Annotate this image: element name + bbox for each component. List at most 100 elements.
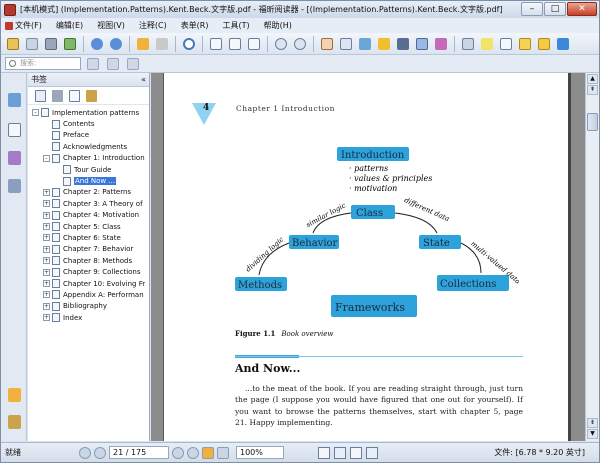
bookmark-item[interactable]: + Bibliography xyxy=(28,301,149,312)
bookmark-item[interactable]: + Chapter 3: A Theory of xyxy=(28,198,149,209)
bookmark-options-icon[interactable] xyxy=(35,89,46,102)
open-button[interactable] xyxy=(5,36,21,52)
bookmark-item[interactable]: + Appendix A: Performan xyxy=(28,289,149,300)
next-page-icon[interactable] xyxy=(172,446,184,459)
expand-icon[interactable]: + xyxy=(43,268,50,276)
last-page-icon[interactable] xyxy=(187,446,199,459)
facing-icon[interactable] xyxy=(350,446,362,459)
bookmarks-tab-icon[interactable] xyxy=(8,93,21,107)
collapse-panel-button[interactable]: « xyxy=(141,73,146,86)
expand-icon[interactable]: + xyxy=(43,291,50,299)
expand-icon[interactable]: + xyxy=(43,245,50,253)
attachments-tab-icon[interactable] xyxy=(8,415,21,429)
search-input[interactable]: 搜索: xyxy=(5,57,81,70)
menu-file[interactable]: 文件(F) xyxy=(5,20,42,31)
highlight-button[interactable] xyxy=(479,36,495,52)
zoom-out-button[interactable] xyxy=(273,36,289,52)
prev-page-icon[interactable] xyxy=(94,446,106,459)
save-button[interactable] xyxy=(24,36,40,52)
bookmark-item[interactable]: + Chapter 10: Evolving Fr xyxy=(28,278,149,289)
go-back-icon[interactable] xyxy=(202,446,214,459)
page-number-field[interactable]: 21 / 175 xyxy=(109,446,169,459)
bookmark-item[interactable]: + Index xyxy=(28,312,149,323)
go-forward-icon[interactable] xyxy=(217,446,229,459)
delete-bookmark-icon[interactable] xyxy=(52,89,63,102)
menu-tools[interactable]: 工具(T) xyxy=(223,20,250,31)
image-button[interactable] xyxy=(414,36,430,52)
hand-tool-button[interactable] xyxy=(319,36,335,52)
zoom-select[interactable]: 100% xyxy=(236,446,284,459)
collapse-icon[interactable]: - xyxy=(43,154,50,162)
bookmark-item[interactable]: Tour Guide xyxy=(28,164,149,175)
bookmark-item[interactable]: + Chapter 2: Patterns xyxy=(28,187,149,198)
bookmark-item[interactable]: + Chapter 7: Behavior xyxy=(28,244,149,255)
bookmark-item[interactable]: Preface xyxy=(28,130,149,141)
search-prev-button[interactable] xyxy=(85,56,101,72)
close-button[interactable]: ✕ xyxy=(567,2,597,16)
bookmark-item[interactable]: + Chapter 4: Motivation xyxy=(28,210,149,221)
menu-help[interactable]: 帮助(H) xyxy=(264,20,292,31)
forward-button[interactable] xyxy=(154,36,170,52)
document-viewer[interactable]: 4 Chapter 1 Introduction Introduction · … xyxy=(151,73,585,441)
continuous-icon[interactable] xyxy=(334,446,346,459)
maximize-button[interactable]: □ xyxy=(544,2,566,16)
expand-icon[interactable]: + xyxy=(43,257,50,265)
back-button[interactable] xyxy=(135,36,151,52)
expand-icon[interactable]: + xyxy=(43,188,50,196)
search-options-button[interactable] xyxy=(125,56,141,72)
vertical-scrollbar[interactable]: ▲ ⇞ ⇟ ▼ xyxy=(585,73,599,441)
layers-tab-icon[interactable] xyxy=(8,179,21,193)
scroll-page-up-icon[interactable]: ⇞ xyxy=(587,85,598,95)
comment-button[interactable] xyxy=(536,36,552,52)
text-box-button[interactable] xyxy=(498,36,514,52)
expand-icon[interactable]: + xyxy=(43,223,50,231)
bookmark-item[interactable]: - Chapter 1: Introduction xyxy=(28,153,149,164)
expand-icon[interactable]: + xyxy=(43,234,50,242)
actual-size-button[interactable] xyxy=(246,36,262,52)
next-page-button[interactable] xyxy=(108,36,124,52)
bookmark-item[interactable]: - Implementation patterns xyxy=(28,107,149,118)
expand-icon[interactable]: + xyxy=(43,211,50,219)
snapshot-button[interactable] xyxy=(357,36,373,52)
collapse-icon[interactable]: - xyxy=(32,109,39,117)
menu-form[interactable]: 表单(R) xyxy=(181,20,209,31)
menu-comment[interactable]: 注释(C) xyxy=(139,20,167,31)
bookmark-item[interactable]: + Chapter 6: State xyxy=(28,232,149,243)
bookmark-item[interactable]: + Chapter 5: Class xyxy=(28,221,149,232)
menu-edit[interactable]: 编辑(E) xyxy=(56,20,83,31)
expand-bookmark-icon[interactable] xyxy=(86,89,97,102)
minimize-button[interactable]: – xyxy=(521,2,543,16)
annotations-tab-icon[interactable] xyxy=(8,151,21,165)
zoom-tool-button[interactable] xyxy=(181,36,197,52)
email-button[interactable] xyxy=(62,36,78,52)
scroll-page-down-icon[interactable]: ⇟ xyxy=(587,418,598,428)
menu-view[interactable]: 视图(V) xyxy=(97,20,125,31)
new-bookmark-icon[interactable] xyxy=(69,89,80,102)
select-tool-button[interactable] xyxy=(376,36,392,52)
typewriter-button[interactable] xyxy=(433,36,449,52)
scroll-up-arrow-icon[interactable]: ▲ xyxy=(587,74,598,84)
callout-button[interactable] xyxy=(517,36,533,52)
comments-tab-icon[interactable] xyxy=(8,388,21,402)
bookmark-item[interactable]: + Chapter 8: Methods xyxy=(28,255,149,266)
continuous-facing-icon[interactable] xyxy=(366,446,378,459)
fit-page-button[interactable] xyxy=(208,36,224,52)
print-button[interactable] xyxy=(43,36,59,52)
single-page-icon[interactable] xyxy=(318,446,330,459)
expand-icon[interactable]: + xyxy=(43,302,50,310)
bookmark-item[interactable]: Acknowledgments xyxy=(28,141,149,152)
bookmark-item[interactable]: + Chapter 9: Collections xyxy=(28,266,149,277)
arrow-tool-button[interactable] xyxy=(555,36,571,52)
bookmark-item[interactable]: Contents xyxy=(28,118,149,129)
search-next-button[interactable] xyxy=(105,56,121,72)
select-text-button[interactable] xyxy=(338,36,354,52)
prev-page-button[interactable] xyxy=(89,36,105,52)
expand-icon[interactable]: + xyxy=(43,280,50,288)
scroll-down-arrow-icon[interactable]: ▼ xyxy=(587,429,598,439)
pen-button[interactable] xyxy=(460,36,476,52)
expand-icon[interactable]: + xyxy=(43,314,50,322)
scroll-thumb[interactable] xyxy=(587,113,598,131)
find-button[interactable] xyxy=(395,36,411,52)
fit-width-button[interactable] xyxy=(227,36,243,52)
pages-tab-icon[interactable] xyxy=(8,123,21,137)
